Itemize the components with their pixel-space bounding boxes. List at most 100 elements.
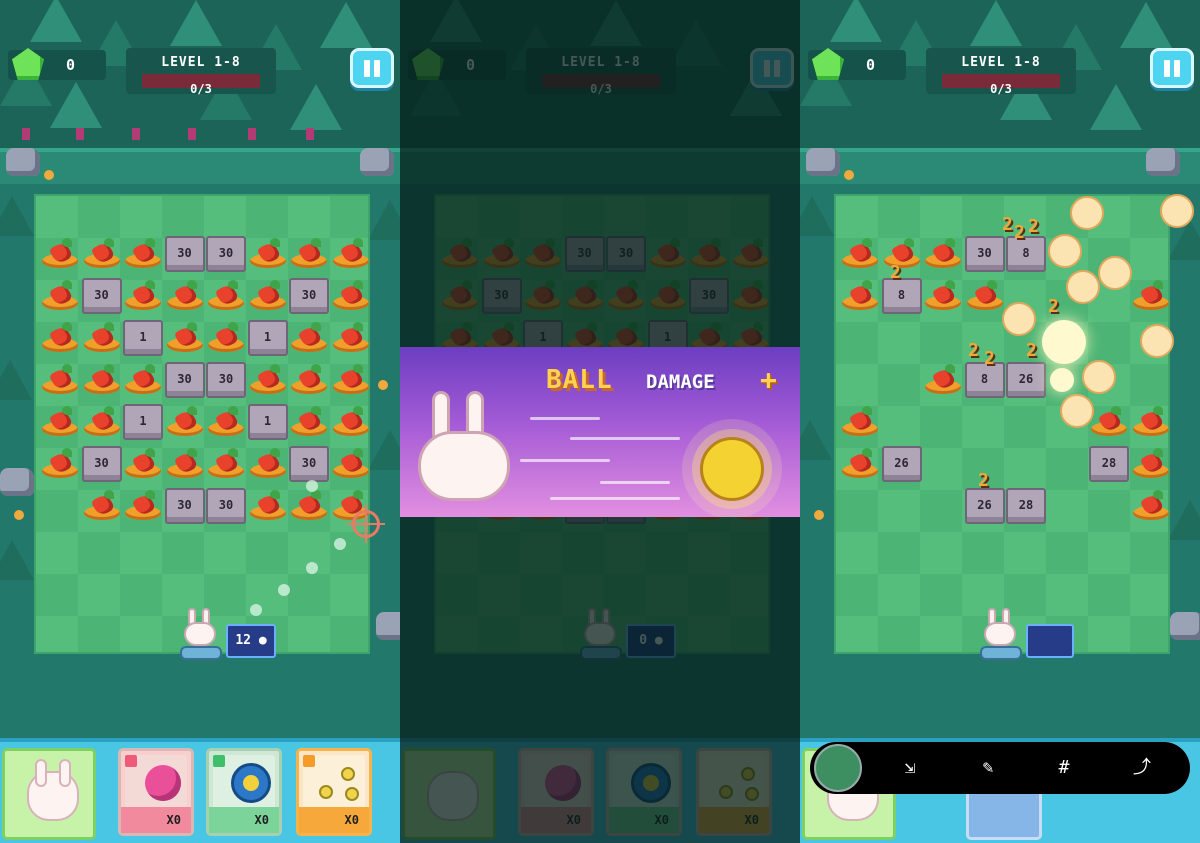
carrot-target [840, 404, 880, 440]
carrot-target [248, 362, 288, 398]
carrot-target [123, 488, 163, 524]
carrot-icon [208, 406, 244, 436]
carrot-target [1131, 404, 1171, 440]
scroll-capture-icon[interactable]: ⇲ [896, 754, 924, 782]
carrot-icon [83, 490, 120, 520]
damage-number: 2 [1028, 216, 1039, 237]
carrot-target [165, 278, 205, 314]
pause-button[interactable] [1150, 48, 1194, 88]
damage-number: 2 [968, 340, 979, 361]
bomb-card[interactable]: X0 [118, 748, 194, 836]
stone-block: 1 [123, 320, 163, 356]
flower [44, 170, 54, 180]
carrot-icon [42, 448, 78, 478]
carrot-target [82, 488, 122, 524]
bunny-mascot-icon [408, 391, 518, 517]
share-icon[interactable]: ⤴ [1128, 754, 1156, 782]
pine-tree [170, 0, 222, 46]
gem-icon [12, 48, 44, 80]
tree-trunk [132, 128, 140, 140]
carrot-icon [332, 448, 369, 478]
damage-number: 2 [1048, 296, 1059, 317]
fired-ball [1070, 196, 1104, 230]
aim-dot [250, 604, 262, 616]
carrot-target [289, 320, 329, 356]
carrot-target [123, 362, 163, 398]
carrot-target [331, 404, 371, 440]
impact-glow [1050, 368, 1074, 392]
carrot-target [289, 404, 329, 440]
partial-card[interactable] [966, 790, 1042, 840]
carrot-icon [1132, 448, 1169, 478]
pause-button[interactable] [350, 48, 394, 88]
game-board[interactable]: 30 30 30 30 1 1 30 30 1 1 30 30 30 30 [34, 194, 370, 654]
carrot-target [206, 446, 246, 482]
carrot-target [206, 278, 246, 314]
damage-number: 2 [1002, 214, 1013, 235]
hero-card[interactable] [2, 748, 96, 840]
carrot-icon [42, 280, 78, 310]
carrot-icon [925, 238, 961, 268]
carrot-icon [42, 364, 78, 394]
hashtag-icon[interactable]: # [1050, 754, 1078, 782]
bomb-icon [145, 765, 181, 801]
carrot-target [923, 278, 963, 314]
carrot-target [331, 236, 371, 272]
level-progress: 0/3 [190, 82, 212, 96]
flower [844, 170, 854, 180]
player-bunny [980, 608, 1022, 660]
carrot-target [40, 278, 80, 314]
grass-ledge [0, 148, 400, 184]
carrot-target [206, 320, 246, 356]
carrot-target [248, 236, 288, 272]
carrot-icon [249, 490, 286, 520]
block-hp: 30 [289, 278, 329, 314]
carrot-icon [842, 280, 878, 310]
carrot-icon [1132, 490, 1169, 520]
carrot-target [1131, 278, 1171, 314]
rock [1170, 612, 1200, 640]
carrot-target [165, 446, 205, 482]
carrot-target [82, 404, 122, 440]
carrot-target [289, 362, 329, 398]
screenshot-thumbnail[interactable] [814, 744, 862, 792]
stone-block: 30 [164, 236, 205, 272]
carrot-target [40, 320, 80, 356]
ball-count: 12 [235, 633, 251, 648]
bomb-count: X0 [121, 807, 191, 833]
multi-ball-card[interactable]: X0 [296, 748, 372, 836]
carrot-icon [842, 448, 878, 478]
carrot-icon [332, 280, 369, 310]
stone-block: 26 [881, 446, 922, 482]
side-tree [0, 196, 34, 236]
block-hp: 30 [164, 236, 205, 272]
carrot-icon [83, 322, 120, 352]
multi-ball-count: X0 [299, 807, 369, 833]
carrot-target [331, 320, 371, 356]
carrot-icon [291, 406, 327, 436]
carrot-target [1131, 446, 1171, 482]
carrot-target [840, 446, 880, 482]
block-hp: 26 [881, 446, 922, 482]
carrot-target [840, 236, 880, 272]
ring-ball-card[interactable]: X0 [206, 748, 282, 836]
carrot-icon [332, 238, 369, 268]
crop-edit-icon[interactable]: ✎ [974, 754, 1002, 782]
block-hp: 28 [1089, 446, 1129, 482]
carrot-icon [291, 364, 327, 394]
carrot-icon [125, 364, 161, 394]
carrot-target [248, 446, 288, 482]
carrot-icon [83, 364, 120, 394]
aim-target-icon [347, 505, 385, 543]
stone-block: 30 [206, 488, 246, 524]
fired-ball [1140, 324, 1174, 358]
carrot-icon [1132, 280, 1169, 310]
multi-ball-icon [317, 767, 363, 803]
carrot-icon [842, 406, 878, 436]
side-tree [0, 360, 32, 400]
carrot-target [82, 362, 122, 398]
smiling-ball-icon [700, 437, 764, 501]
block-hp: 30 [964, 236, 1005, 272]
carrot-target [123, 236, 163, 272]
pine-tree [30, 0, 82, 42]
